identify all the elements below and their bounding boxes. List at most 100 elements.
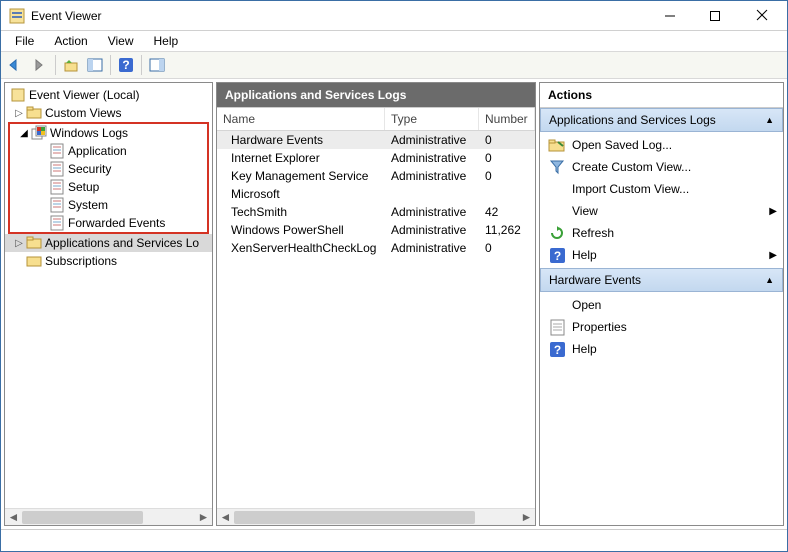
list-row[interactable]: TechSmithAdministrative42: [217, 203, 535, 221]
actions-section-1[interactable]: Applications and Services Logs ▲: [540, 108, 783, 132]
folder-icon: [548, 137, 566, 153]
folder-icon: [26, 105, 42, 121]
action-view[interactable]: View▶: [540, 200, 783, 222]
tree-setup[interactable]: Setup: [10, 178, 207, 196]
col-name[interactable]: Name: [217, 108, 385, 130]
tree-system[interactable]: System: [10, 196, 207, 214]
action-create_view[interactable]: Create Custom View...: [540, 156, 783, 178]
actions-list-2: Open Properties ?Help: [540, 292, 783, 362]
up-button[interactable]: [60, 54, 82, 76]
help-button[interactable]: ?: [115, 54, 137, 76]
tree-label: Custom Views: [45, 106, 121, 120]
refresh-icon: [548, 225, 566, 241]
section-label: Applications and Services Logs: [549, 113, 716, 127]
tree-label: System: [68, 198, 108, 212]
menu-help[interactable]: Help: [146, 32, 187, 50]
action-label: Help: [572, 248, 597, 262]
action-open[interactable]: Open: [540, 294, 783, 316]
section-label: Hardware Events: [549, 273, 641, 287]
action-label: Open Saved Log...: [572, 138, 672, 152]
cell-type: Administrative: [385, 169, 479, 183]
actions-section-2[interactable]: Hardware Events ▲: [540, 268, 783, 292]
action-label: Import Custom View...: [572, 182, 689, 196]
toolbar-separator: [55, 55, 56, 75]
tree-pane: Event Viewer (Local) ▷ Custom Views ◢ Wi…: [4, 82, 213, 526]
cell-name: Internet Explorer: [217, 151, 385, 165]
list-row[interactable]: Internet ExplorerAdministrative0: [217, 149, 535, 167]
list-row[interactable]: XenServerHealthCheckLogAdministrative0: [217, 239, 535, 257]
cell-number: 0: [479, 133, 535, 147]
toolbar-separator: [141, 55, 142, 75]
action-help1[interactable]: ? Help ▶: [540, 244, 783, 266]
cell-type: Administrative: [385, 133, 479, 147]
expander-icon[interactable]: ▷: [13, 238, 25, 249]
col-type[interactable]: Type: [385, 108, 479, 130]
svg-text:?: ?: [553, 249, 560, 263]
menu-file[interactable]: File: [7, 32, 42, 50]
subscriptions-icon: [26, 253, 42, 269]
list-row[interactable]: Microsoft: [217, 185, 535, 203]
help-icon: ?: [548, 341, 566, 357]
blank-icon: [548, 203, 566, 219]
tree-windows-logs[interactable]: ◢ Windows Logs: [10, 124, 207, 142]
action-refresh[interactable]: Refresh: [540, 222, 783, 244]
blank-icon: [548, 181, 566, 197]
expander-icon[interactable]: ◢: [18, 128, 30, 139]
forward-button[interactable]: [29, 54, 51, 76]
expander-icon[interactable]: ▷: [13, 108, 25, 119]
log-icon: [49, 161, 65, 177]
menu-action[interactable]: Action: [46, 32, 95, 50]
tree-label: Windows Logs: [50, 126, 128, 140]
cell-type: Administrative: [385, 223, 479, 237]
tree-root[interactable]: Event Viewer (Local): [5, 86, 212, 104]
list-body: Hardware EventsAdministrative0Internet E…: [217, 131, 535, 508]
action-label: View: [572, 204, 598, 218]
minimize-button[interactable]: [647, 1, 692, 30]
list-row[interactable]: Windows PowerShellAdministrative11,262: [217, 221, 535, 239]
list-row[interactable]: Key Management ServiceAdministrative0: [217, 167, 535, 185]
action-label: Open: [572, 298, 601, 312]
log-icon: [49, 215, 65, 231]
action-props[interactable]: Properties: [540, 316, 783, 338]
status-bar: [1, 529, 787, 551]
action-open_saved[interactable]: Open Saved Log...: [540, 134, 783, 156]
tree-application[interactable]: Application: [10, 142, 207, 160]
col-number[interactable]: Number: [479, 108, 535, 130]
tree-subscriptions[interactable]: Subscriptions: [5, 252, 212, 270]
cell-number: 42: [479, 205, 535, 219]
highlight-box: ◢ Windows Logs Application Security Setu…: [8, 122, 209, 234]
cell-number: 11,262: [479, 223, 535, 237]
cell-name: Microsoft: [217, 187, 385, 201]
cell-type: Administrative: [385, 241, 479, 255]
list-scrollbar[interactable]: ◄►: [217, 508, 535, 525]
list-row[interactable]: Hardware EventsAdministrative0: [217, 131, 535, 149]
show-hide-action-button[interactable]: [146, 54, 168, 76]
maximize-button[interactable]: [692, 1, 737, 30]
cell-name: Windows PowerShell: [217, 223, 385, 237]
window-title: Event Viewer: [31, 9, 647, 23]
toolbar: ?: [1, 51, 787, 79]
tree-custom-views[interactable]: ▷ Custom Views: [5, 104, 212, 122]
action-import_view[interactable]: Import Custom View...: [540, 178, 783, 200]
back-button[interactable]: [5, 54, 27, 76]
collapse-icon[interactable]: ▲: [765, 115, 774, 125]
close-button[interactable]: [737, 1, 787, 30]
cell-number: 0: [479, 169, 535, 183]
submenu-arrow-icon: ▶: [769, 250, 777, 261]
action-help2[interactable]: ?Help: [540, 338, 783, 360]
tree-label: Setup: [68, 180, 99, 194]
menubar: File Action View Help: [1, 31, 787, 51]
collapse-icon[interactable]: ▲: [765, 275, 774, 285]
show-hide-tree-button[interactable]: [84, 54, 106, 76]
tree-label: Forwarded Events: [68, 216, 165, 230]
menu-view[interactable]: View: [100, 32, 142, 50]
titlebar: Event Viewer: [1, 1, 787, 31]
cell-name: TechSmith: [217, 205, 385, 219]
tree-security[interactable]: Security: [10, 160, 207, 178]
tree-scrollbar[interactable]: ◄►: [5, 508, 212, 525]
tree-app-services-logs[interactable]: ▷ Applications and Services Lo: [5, 234, 212, 252]
cell-name: Hardware Events: [217, 133, 385, 147]
tree-forwarded-events[interactable]: Forwarded Events: [10, 214, 207, 232]
action-label: Properties: [572, 320, 627, 334]
tree-label: Application: [68, 144, 127, 158]
